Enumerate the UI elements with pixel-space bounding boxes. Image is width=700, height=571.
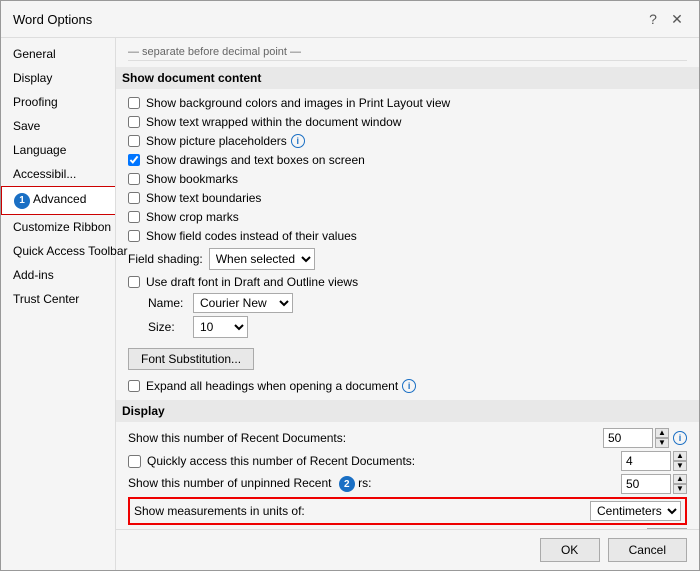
unpinned-up[interactable]: ▲ <box>673 474 687 484</box>
sidebar-item-quick-access[interactable]: Quick Access Toolbar <box>1 239 115 263</box>
recent-docs-info-icon[interactable]: i <box>673 431 687 445</box>
title-bar: Word Options ? ✕ <box>1 1 699 38</box>
bookmarks-label[interactable]: Show bookmarks <box>146 172 238 186</box>
content-scroll[interactable]: — separate before decimal point — Show d… <box>116 38 699 529</box>
check-field-codes: Show field codes instead of their values <box>128 228 687 244</box>
check-bookmarks: Show bookmarks <box>128 171 687 187</box>
unpinned-down[interactable]: ▼ <box>673 484 687 494</box>
dialog-title: Word Options <box>13 12 92 27</box>
name-label: Name: <box>148 296 193 310</box>
word-options-dialog: Word Options ? ✕ General Display Proofin… <box>0 0 700 571</box>
expand-headings-checkbox[interactable] <box>128 380 140 392</box>
measurements-row: Show measurements in units of: Inches Ce… <box>128 497 687 525</box>
sidebar-item-customize-ribbon[interactable]: Customize Ribbon <box>1 215 115 239</box>
recent-docs-input[interactable] <box>603 428 653 448</box>
main-wrapper: — separate before decimal point — Show d… <box>116 38 699 570</box>
check-expand-headings: Expand all headings when opening a docum… <box>128 378 687 394</box>
text-boundaries-checkbox[interactable] <box>128 192 140 204</box>
field-shading-label: Field shading: <box>128 252 203 266</box>
drawings-checkbox[interactable] <box>128 154 140 166</box>
font-substitution-button[interactable]: Font Substitution... <box>128 348 254 370</box>
measurements-select[interactable]: Inches Centimeters Millimeters Points Pi… <box>590 501 681 521</box>
crop-marks-label[interactable]: Show crop marks <box>146 210 239 224</box>
quick-access-spin: ▲ ▼ <box>673 451 687 471</box>
section-display-header: Display <box>116 400 699 422</box>
quick-access-input[interactable] <box>621 451 671 471</box>
pic-placeholders-info-icon[interactable]: i <box>291 134 305 148</box>
crop-marks-checkbox[interactable] <box>128 211 140 223</box>
sidebar-item-proofing[interactable]: Proofing <box>1 90 115 114</box>
draft-font-checkbox[interactable] <box>128 276 140 288</box>
unpinned-row: Show this number of unpinned Recent 2 rs… <box>128 474 687 494</box>
unpinned-spin: ▲ ▼ <box>673 474 687 494</box>
title-buttons: ? ✕ <box>643 9 687 29</box>
expand-headings-info-icon[interactable]: i <box>402 379 416 393</box>
recent-docs-spin: ▲ ▼ <box>655 428 669 448</box>
quick-access-down[interactable]: ▼ <box>673 461 687 471</box>
check-crop-marks: Show crop marks <box>128 209 687 225</box>
bg-colors-checkbox[interactable] <box>128 97 140 109</box>
unpinned-label: Show this number of unpinned Recent 2 rs… <box>128 476 621 493</box>
measurements-label: Show measurements in units of: <box>134 504 590 518</box>
recent-docs-label: Show this number of Recent Documents: <box>128 431 603 445</box>
recent-docs-down[interactable]: ▼ <box>655 438 669 448</box>
sidebar-item-add-ins[interactable]: Add-ins <box>1 263 115 287</box>
badge-2: 2 <box>339 476 355 492</box>
field-codes-checkbox[interactable] <box>128 230 140 242</box>
field-codes-label[interactable]: Show field codes instead of their values <box>146 229 357 243</box>
quick-access-row: Quickly access this number of Recent Doc… <box>128 451 687 471</box>
field-shading-select[interactable]: Always When selected Never <box>209 248 315 270</box>
pic-placeholders-label[interactable]: Show picture placeholders <box>146 134 287 148</box>
check-text-wrapped: Show text wrapped within the document wi… <box>128 114 687 130</box>
sidebar: General Display Proofing Save Language A… <box>1 38 116 570</box>
size-label: Size: <box>148 320 193 334</box>
top-section: — separate before decimal point — <box>128 46 687 61</box>
badge-1: 1 <box>14 193 30 209</box>
text-wrapped-label[interactable]: Show text wrapped within the document wi… <box>146 115 401 129</box>
recent-docs-row: Show this number of Recent Documents: ▲ … <box>128 428 687 448</box>
text-boundaries-label[interactable]: Show text boundaries <box>146 191 261 205</box>
text-wrapped-checkbox[interactable] <box>128 116 140 128</box>
check-draft-font: Use draft font in Draft and Outline view… <box>128 274 687 290</box>
dialog-footer: OK Cancel <box>116 529 699 570</box>
check-text-boundaries: Show text boundaries <box>128 190 687 206</box>
dialog-body: General Display Proofing Save Language A… <box>1 38 699 570</box>
unpinned-input[interactable] <box>621 474 671 494</box>
font-size-select[interactable]: 10 <box>193 316 248 338</box>
section-show-document-header: Show document content <box>116 67 699 89</box>
help-button[interactable]: ? <box>643 9 663 29</box>
sidebar-item-save[interactable]: Save <box>1 114 115 138</box>
close-button[interactable]: ✕ <box>667 9 687 29</box>
font-size-row: Size: 10 <box>148 316 687 338</box>
check-pic-placeholders: Show picture placeholders i <box>128 133 687 149</box>
font-name-select[interactable]: Courier New <box>193 293 293 313</box>
quick-access-up[interactable]: ▲ <box>673 451 687 461</box>
font-name-row: Name: Courier New <box>148 293 687 313</box>
bookmarks-checkbox[interactable] <box>128 173 140 185</box>
sidebar-item-trust-center[interactable]: Trust Center <box>1 287 115 311</box>
bg-colors-label[interactable]: Show background colors and images in Pri… <box>146 96 450 110</box>
sidebar-item-advanced[interactable]: 1Advanced <box>1 186 115 215</box>
quick-access-checkbox[interactable] <box>128 455 141 468</box>
check-drawings: Show drawings and text boxes on screen <box>128 152 687 168</box>
sidebar-item-display[interactable]: Display <box>1 66 115 90</box>
draft-font-label[interactable]: Use draft font in Draft and Outline view… <box>146 275 358 289</box>
drawings-label[interactable]: Show drawings and text boxes on screen <box>146 153 365 167</box>
sidebar-item-accessibility[interactable]: Accessibil... <box>1 162 115 186</box>
pic-placeholders-checkbox[interactable] <box>128 135 140 147</box>
cancel-button[interactable]: Cancel <box>608 538 687 562</box>
recent-docs-up[interactable]: ▲ <box>655 428 669 438</box>
field-shading-row: Field shading: Always When selected Neve… <box>128 248 687 270</box>
ok-button[interactable]: OK <box>540 538 600 562</box>
sidebar-item-general[interactable]: General <box>1 42 115 66</box>
quick-access-label[interactable]: Quickly access this number of Recent Doc… <box>147 454 621 468</box>
sidebar-item-language[interactable]: Language <box>1 138 115 162</box>
check-bg-colors: Show background colors and images in Pri… <box>128 95 687 111</box>
expand-headings-label[interactable]: Expand all headings when opening a docum… <box>146 379 398 393</box>
